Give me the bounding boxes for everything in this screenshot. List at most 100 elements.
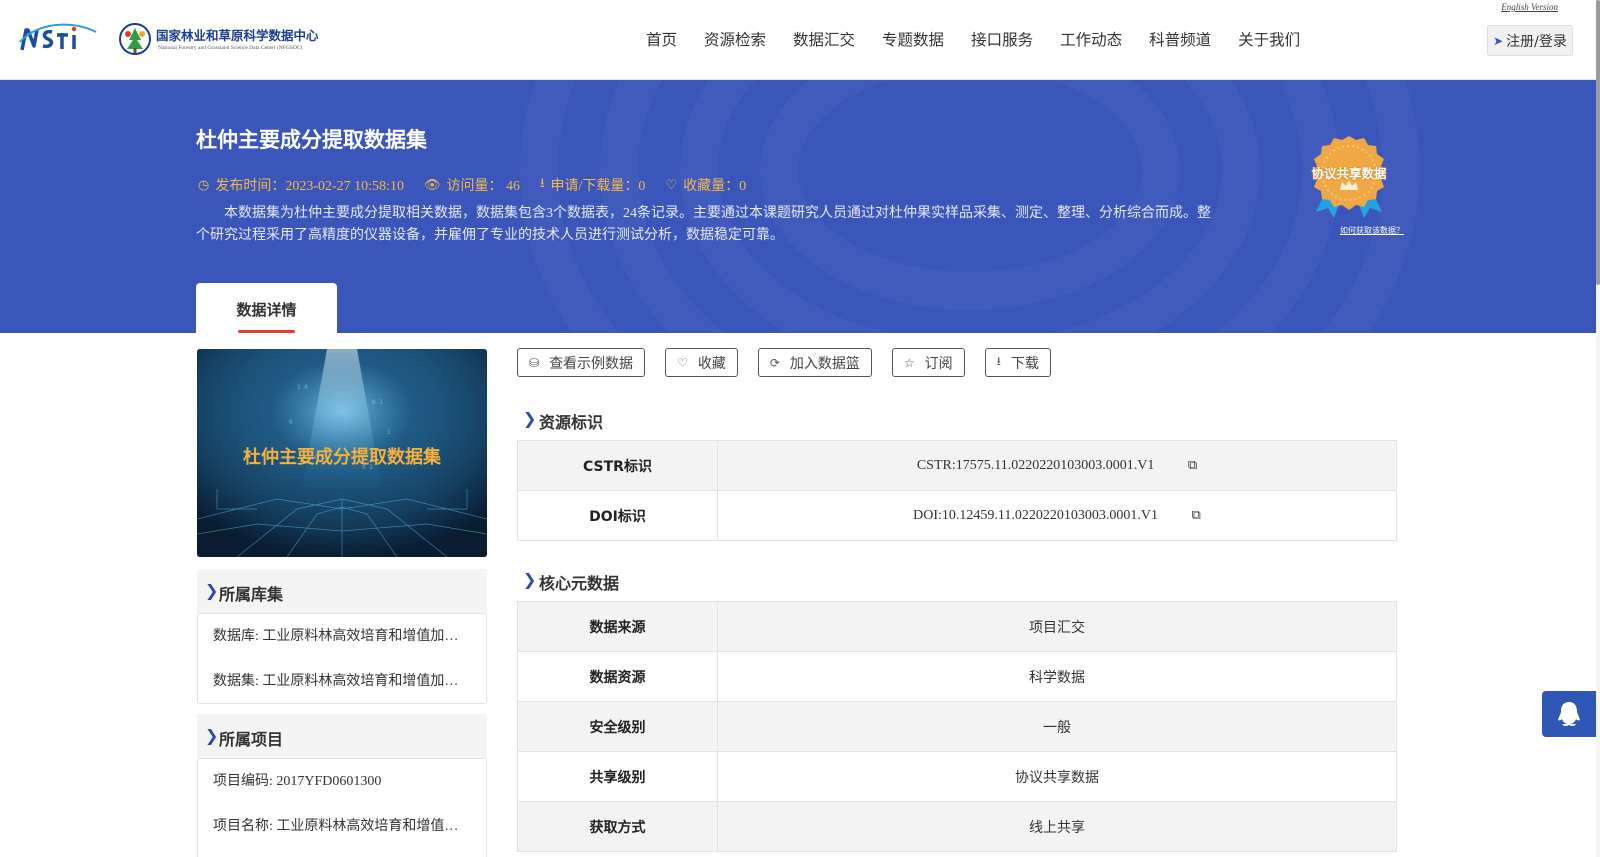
nav-work-news[interactable]: 工作动态: [1060, 28, 1122, 50]
meta-value: 线上共享: [717, 801, 1397, 852]
add-to-basket-button[interactable]: ⟳ 加入数据篮: [757, 348, 872, 377]
download-icon: ⭳: [539, 175, 545, 190]
library-section-header: ❯ 所属库集: [197, 569, 487, 613]
heart-icon: ♡: [677, 355, 688, 370]
subscribe-label: 订阅: [924, 355, 953, 372]
nav-api-service[interactable]: 接口服务: [971, 28, 1033, 50]
table-row: 获取方式 线上共享: [517, 801, 1397, 852]
database-icon: ⛁: [529, 355, 540, 370]
download-count-text: 申请/下载量：0: [550, 179, 646, 194]
how-to-get-data-link[interactable]: 如何获取该数据？: [1340, 225, 1404, 236]
table-row: 安全级别 一般: [517, 701, 1397, 752]
library-section-title: 所属库集: [219, 585, 284, 604]
scrollbar-thumb[interactable]: [1596, 0, 1600, 285]
favorite-button[interactable]: ♡ 收藏: [665, 348, 738, 377]
resource-id-table: CSTR标识 CSTR:17575.11.0220220103003.0001.…: [517, 440, 1397, 541]
publish-time-text: 发布时间：2023-02-27 10:58:10: [215, 179, 404, 194]
library-item-database[interactable]: 数据库: 工业原料林高效培育和增值加工技术研究: [198, 614, 486, 659]
download-count: ⭳ 申请/下载量：0: [540, 174, 645, 196]
table-row: CSTR标识 CSTR:17575.11.0220220103003.0001.…: [517, 440, 1397, 491]
meta-key: 数据资源: [517, 651, 718, 702]
english-version-link[interactable]: English Version: [1501, 2, 1558, 12]
download-button[interactable]: ⭳ 下载: [984, 348, 1051, 377]
table-row: DOI标识 DOI:10.12459.11.0220220103003.0001…: [517, 490, 1397, 541]
share-badge-text: 协议共享数据: [1311, 166, 1387, 181]
visit-count-text: 访问量： 46: [446, 179, 520, 194]
dataset-cover-image: 1 00 1 01 1 0 10 1 杜仲主要成分提取数据集: [197, 349, 487, 557]
cover-title: 杜仲主要成分提取数据集: [243, 447, 441, 468]
core-metadata-header: ❯ 核心元数据: [521, 570, 619, 594]
nav-home[interactable]: 首页: [646, 28, 677, 50]
tab-active-indicator: [238, 330, 295, 333]
project-code: 项目编码: 2017YFD0601300: [213, 774, 382, 789]
nfgsdc-logo[interactable]: 国家林业和草原科学数据中心 National Forestry and Gras…: [118, 20, 338, 60]
table-row: 数据资源 科学数据: [517, 651, 1397, 702]
cstr-value-cell: CSTR:17575.11.0220220103003.0001.V1 ⧉: [717, 440, 1397, 491]
nfgsdc-emblem-icon: [119, 23, 151, 55]
core-metadata-table: 数据来源 项目汇交 数据资源 科学数据 安全级别 一般 共享级别 协议共享数据 …: [517, 601, 1397, 852]
heart-icon: ♡: [665, 177, 678, 192]
meta-value: 项目汇交: [717, 601, 1397, 652]
dataset-meta: ◷ 发布时间：2023-02-27 10:58:10 👁 访问量： 46 ⭳ 申…: [198, 174, 766, 196]
resource-id-title: 资源标识: [539, 413, 604, 432]
chevron-right-icon: ❯: [523, 409, 537, 428]
project-list: 项目编码: 2017YFD0601300 项目名称: 工业原料林高效培育和增值加…: [197, 758, 487, 857]
svg-text:0 1: 0 1: [372, 399, 383, 406]
cstr-key: CSTR标识: [517, 440, 718, 491]
favorite-label: 收藏: [697, 355, 726, 372]
meta-key: 获取方式: [517, 801, 718, 852]
add-to-basket-label: 加入数据篮: [789, 355, 860, 372]
dataset-title: 杜仲主要成分提取数据集: [196, 128, 427, 152]
nfgsdc-logo-cn: 国家林业和草原科学数据中心: [156, 28, 319, 43]
table-row: 数据来源 项目汇交: [517, 601, 1397, 652]
top-header: 国家林业和草原科学数据中心 National Forestry and Gras…: [0, 0, 1596, 80]
view-sample-data-button[interactable]: ⛁ 查看示例数据: [517, 348, 646, 377]
project-name[interactable]: 项目名称: 工业原料林高效培育和增值加工技术研究: [198, 804, 486, 849]
page: 国家林业和草原科学数据中心 National Forestry and Gras…: [0, 0, 1600, 857]
copy-icon[interactable]: ⧉: [1188, 457, 1197, 473]
doi-key: DOI标识: [517, 490, 718, 541]
subscribe-button[interactable]: ☆ 订阅: [891, 348, 965, 377]
dataset-actions: ⛁ 查看示例数据 ♡ 收藏 ⟳ 加入数据篮 ☆ 订阅 ⭳ 下载: [517, 348, 1071, 377]
dataset-description: 本数据集为杜仲主要成分提取相关数据，数据集包含3个数据表，24条记录。主要通过本…: [196, 206, 1211, 243]
chevron-right-icon: ❯: [205, 581, 219, 600]
svg-text:0: 0: [289, 419, 293, 426]
download-icon: ⭳: [996, 354, 1001, 368]
table-row: 共享级别 协议共享数据: [517, 751, 1397, 802]
meta-value: 一般: [717, 701, 1397, 752]
visit-count: 👁 访问量： 46: [424, 174, 520, 196]
chevron-right-icon: ❯: [523, 570, 537, 589]
tab-data-details[interactable]: 数据详情: [196, 283, 337, 333]
meta-key: 数据来源: [517, 601, 718, 652]
core-metadata-title: 核心元数据: [539, 574, 620, 593]
star-icon: ☆: [903, 355, 915, 370]
nav-science-channel[interactable]: 科普频道: [1149, 28, 1211, 50]
sign-in-icon: ➤: [1493, 33, 1504, 48]
doi-value-cell: DOI:10.12459.11.0220220103003.0001.V1 ⧉: [717, 490, 1397, 541]
nav-resource-search[interactable]: 资源检索: [704, 28, 766, 50]
penguin-chat-icon: [1558, 702, 1580, 726]
project-section-title: 所属项目: [219, 730, 284, 749]
clock-icon: ◷: [198, 177, 210, 192]
page-scrollbar[interactable]: [1596, 0, 1600, 857]
library-item-dataset[interactable]: 数据集: 工业原料林高效培育和增值加工技术研究: [198, 659, 486, 704]
share-icon: ⟳: [769, 355, 780, 370]
login-button[interactable]: ➤ 注册/登录: [1487, 25, 1573, 56]
meta-value: 科学数据: [717, 651, 1397, 702]
copy-icon[interactable]: ⧉: [1192, 507, 1201, 523]
floating-chat-button[interactable]: [1542, 691, 1596, 737]
nav-topic-data[interactable]: 专题数据: [882, 28, 944, 50]
nav-about-us[interactable]: 关于我们: [1238, 28, 1300, 50]
nsti-logo[interactable]: [18, 20, 98, 56]
publish-time: ◷ 发布时间：2023-02-27 10:58:10: [198, 174, 404, 196]
project-section-header: ❯ 所属项目: [197, 714, 487, 758]
cstr-value: CSTR:17575.11.0220220103003.0001.V1: [916, 458, 1155, 473]
resource-id-header: ❯ 资源标识: [521, 409, 603, 433]
view-sample-data-label: 查看示例数据: [549, 355, 634, 372]
favorite-count: ♡ 收藏量：0: [665, 174, 746, 196]
chevron-right-icon: ❯: [205, 726, 219, 745]
meta-key: 共享级别: [517, 751, 718, 802]
doi-value: DOI:10.12459.11.0220220103003.0001.V1: [913, 508, 1159, 523]
download-label: 下载: [1010, 355, 1039, 372]
nav-data-submission[interactable]: 数据汇交: [793, 28, 855, 50]
